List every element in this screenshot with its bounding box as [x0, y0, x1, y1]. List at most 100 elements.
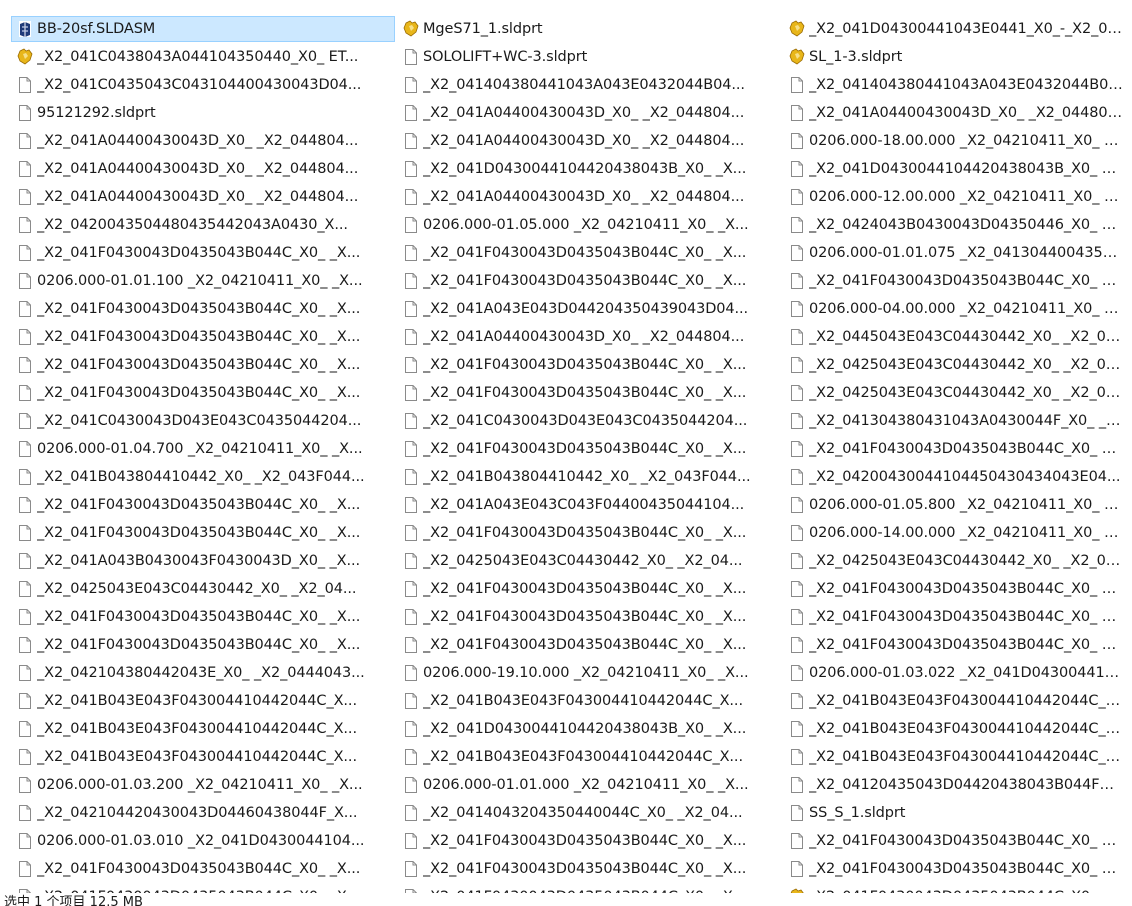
file-item[interactable]: _X2_041D0430044104420438043B_X0_ _X...: [397, 156, 781, 182]
file-item[interactable]: _X2_041A04400430043D_X0_ _X2_044804...: [11, 128, 395, 154]
file-item[interactable]: _X2_041A043B0430043F0430043D_X0_ _X...: [11, 548, 395, 574]
file-item[interactable]: _X2_041F0430043D0435043B044C_X0_ _X...: [11, 520, 395, 546]
file-item[interactable]: _X2_0424043B0430043D04350446_X0_ _X...: [783, 212, 1132, 238]
file-item[interactable]: _X2_041B043E043F043004410442044C_X...: [783, 688, 1132, 714]
file-item[interactable]: 0206.000-01.03.200 _X2_04210411_X0_ _X..…: [11, 772, 395, 798]
file-item[interactable]: _X2_041F0430043D0435043B044C_X0_ _X...: [783, 268, 1132, 294]
file-item[interactable]: _X2_041F0430043D0435043B044C_X0_ _X...: [783, 828, 1132, 854]
file-item[interactable]: _X2_041B043E043F043004410442044C_X...: [11, 716, 395, 742]
file-item[interactable]: SOLOLIFT+WC-3.sldprt: [397, 44, 781, 70]
file-item[interactable]: 0206.000-14.00.000 _X2_04210411_X0_ _X..…: [783, 520, 1132, 546]
file-item[interactable]: 95121292.sldprt: [11, 100, 395, 126]
file-item[interactable]: MgeS71_1.sldprt: [397, 16, 781, 42]
file-item[interactable]: _X2_041A043E043D044204350439043D04...: [397, 296, 781, 322]
file-item[interactable]: _X2_042104420430043D04460438044F_X...: [11, 800, 395, 826]
blank-file-icon: [17, 244, 33, 262]
file-item[interactable]: 0206.000-01.04.700 _X2_04210411_X0_ _X..…: [11, 436, 395, 462]
file-item[interactable]: _X2_041B043804410442_X0_ _X2_043F044...: [397, 464, 781, 490]
file-item[interactable]: _X2_041F0430043D0435043B044C_X0_ _X...: [11, 352, 395, 378]
file-item[interactable]: 0206.000-01.01.100 _X2_04210411_X0_ _X..…: [11, 268, 395, 294]
file-item[interactable]: 0206.000-01.05.800 _X2_04210411_X0_ _X..…: [783, 492, 1132, 518]
file-item[interactable]: _X2_041C0430043D043E043C0435044204...: [11, 408, 395, 434]
file-item[interactable]: _X2_0445043E043C04430442_X0_ _X2_04...: [783, 324, 1132, 350]
file-item[interactable]: _X2_041B043E043F043004410442044C_X...: [11, 744, 395, 770]
file-item[interactable]: _X2_041304380431043A0430044F_X0_ _X...: [783, 408, 1132, 434]
file-item[interactable]: _X2_041A04400430043D_X0_ _X2_044804...: [397, 100, 781, 126]
file-item[interactable]: 0206.000-18.00.000 _X2_04210411_X0_ _X..…: [783, 128, 1132, 154]
file-name: _X2_041F0430043D0435043B044C_X0_ _X...: [423, 245, 747, 261]
file-item[interactable]: _X2_041A04400430043D_X0_ _X2_044804...: [11, 184, 395, 210]
file-item[interactable]: BB-20sf.SLDASM: [11, 16, 395, 42]
file-item[interactable]: _X2_041F0430043D0435043B044C_X0_ _X...: [397, 856, 781, 882]
file-item[interactable]: 0206.000-19.10.000 _X2_04210411_X0_ _X..…: [397, 660, 781, 686]
file-item[interactable]: _X2_041A04400430043D_X0_ _X2_044804...: [397, 324, 781, 350]
file-item[interactable]: _X2_041A04400430043D_X0_ _X2_044804...: [397, 128, 781, 154]
file-item[interactable]: _X2_041A043E043C043F04400435044104...: [397, 492, 781, 518]
file-item[interactable]: 0206.000-12.00.000 _X2_04210411_X0_ _X..…: [783, 184, 1132, 210]
file-item[interactable]: SS_S_1.sldprt: [783, 800, 1132, 826]
file-item[interactable]: _X2_041F0430043D0435043B044C_X0_ _X...: [783, 856, 1132, 882]
file-item[interactable]: _X2_041404380441043A043E0432044B04...: [397, 72, 781, 98]
file-item[interactable]: _X2_041F0430043D0435043B044C_X0_ _X...: [397, 828, 781, 854]
file-item[interactable]: _X2_041F0430043D0435043B044C_X0_ _X...: [11, 632, 395, 658]
file-item[interactable]: _X2_041F0430043D0435043B044C_X0_ _X...: [11, 856, 395, 882]
file-item[interactable]: _X2_041F0430043D0435043B044C_X0_ _X...: [397, 352, 781, 378]
file-item[interactable]: _X2_041B043E043F043004410442044C_X...: [397, 688, 781, 714]
file-item[interactable]: _X2_041F0430043D0435043B044C_X0_ _X...: [11, 296, 395, 322]
file-item[interactable]: _X2_041F0430043D0435043B044C_X0_ _X...: [397, 576, 781, 602]
file-item[interactable]: _X2_041C0435043C043104400430043D04...: [11, 72, 395, 98]
file-item[interactable]: _X2_041F0430043D0435043B044C_X0_ _X...: [397, 436, 781, 462]
file-item[interactable]: _X2_04200430044104450430434043E04...: [783, 464, 1132, 490]
file-item[interactable]: _X2_041F0430043D0435043B044C_X0_ _X...: [11, 240, 395, 266]
file-item[interactable]: _X2_0425043E043C04430442_X0_ _X2_04...: [397, 548, 781, 574]
file-list-view[interactable]: BB-20sf.SLDASM _X2_041C0438043A0441043504…: [0, 16, 1132, 893]
file-item[interactable]: _X2_041F0430043D0435043B044C_X0_ _X...: [11, 324, 395, 350]
file-item[interactable]: _X2_041B043E043F043004410442044C_X...: [783, 716, 1132, 742]
file-item[interactable]: _X2_041D04300441043E0441_X0_-_X2_04...: [783, 16, 1132, 42]
file-item[interactable]: 0206.000-01.05.000 _X2_04210411_X0_ _X..…: [397, 212, 781, 238]
file-item[interactable]: _X2_041F0430043D0435043B044C_X0_ _X...: [397, 268, 781, 294]
file-item[interactable]: _X2_041B043804410442_X0_ _X2_043F044...: [11, 464, 395, 490]
file-item[interactable]: _X2_041F0430043D0435043B044C_X0_ _X...: [783, 884, 1132, 893]
file-item[interactable]: _X2_0425043E043C04430442_X0_ _X2_04...: [11, 576, 395, 602]
file-item[interactable]: _X2_041F0430043D0435043B044C_X0_ _X...: [397, 240, 781, 266]
file-name: _X2_041404380441043A043E0432044B04...: [423, 77, 745, 93]
file-item[interactable]: _X2_041A04400430043D_X0_ _X2_044804...: [783, 100, 1132, 126]
file-item[interactable]: _X2_0420043504480435442043A0430_X...: [11, 212, 395, 238]
file-item[interactable]: _X2_041B043E043F043004410442044C_X...: [397, 744, 781, 770]
file-item[interactable]: 0206.000-01.03.022 _X2_041D0430044104...: [783, 660, 1132, 686]
file-item[interactable]: _X2_041F0430043D0435043B044C_X0_ _X...: [397, 884, 781, 893]
file-item[interactable]: _X2_041B043E043F043004410442044C_X...: [11, 688, 395, 714]
file-item[interactable]: _X2_041F0430043D0435043B044C_X0_ _X...: [397, 520, 781, 546]
file-item[interactable]: _X2_041B043E043F043004410442044C_X...: [783, 744, 1132, 770]
file-item[interactable]: _X2_041404380441043A043E0432044B04...: [783, 72, 1132, 98]
file-item[interactable]: 0206.000-01.01.075 _X2_04130440043504...: [783, 240, 1132, 266]
file-item[interactable]: _X2_0425043E043C04430442_X0_ _X2_04...: [783, 352, 1132, 378]
file-item[interactable]: _X2_041D0430044104420438043B_X0_ _X...: [783, 156, 1132, 182]
file-item[interactable]: _X2_0414043204350440044C_X0_ _X2_04...: [397, 800, 781, 826]
file-item[interactable]: _X2_041C0430043D043E043C0435044204...: [397, 408, 781, 434]
file-item[interactable]: _X2_041A04400430043D_X0_ _X2_044804...: [11, 156, 395, 182]
file-item[interactable]: _X2_041F0430043D0435043B044C_X0_ _X...: [11, 884, 395, 893]
file-item[interactable]: _X2_0425043E043C04430442_X0_ _X2_04...: [783, 548, 1132, 574]
file-item[interactable]: _X2_041F0430043D0435043B044C_X0_ _X...: [783, 436, 1132, 462]
file-item[interactable]: _X2_041C0438043A044104350440_X0_ ET...: [11, 44, 395, 70]
file-item[interactable]: _X2_041D0430044104420438043B_X0_ _X...: [397, 716, 781, 742]
file-item[interactable]: _X2_041F0430043D0435043B044C_X0_ _X...: [397, 604, 781, 630]
file-item[interactable]: _X2_042104380442043E_X0_ _X2_0444043...: [11, 660, 395, 686]
file-item[interactable]: _X2_041F0430043D0435043B044C_X0_ _X...: [11, 380, 395, 406]
file-item[interactable]: _X2_041F0430043D0435043B044C_X0_ _X...: [397, 632, 781, 658]
file-item[interactable]: 0206.000-01.01.000 _X2_04210411_X0_ _X..…: [397, 772, 781, 798]
file-item[interactable]: _X2_04120435043D04420438043B044F04...: [783, 772, 1132, 798]
file-item[interactable]: _X2_041A04400430043D_X0_ _X2_044804...: [397, 184, 781, 210]
file-item[interactable]: _X2_041F0430043D0435043B044C_X0_ _X...: [783, 604, 1132, 630]
file-item[interactable]: _X2_041F0430043D0435043B044C_X0_ _X...: [11, 604, 395, 630]
file-item[interactable]: _X2_041F0430043D0435043B044C_X0_ _X...: [783, 576, 1132, 602]
file-item[interactable]: SL_1-3.sldprt: [783, 44, 1132, 70]
file-item[interactable]: _X2_0425043E043C04430442_X0_ _X2_04...: [783, 380, 1132, 406]
file-item[interactable]: _X2_041F0430043D0435043B044C_X0_ _X...: [397, 380, 781, 406]
file-item[interactable]: 0206.000-04.00.000 _X2_04210411_X0_ _X..…: [783, 296, 1132, 322]
file-item[interactable]: 0206.000-01.03.010 _X2_041D0430044104...: [11, 828, 395, 854]
file-item[interactable]: _X2_041F0430043D0435043B044C_X0_ _X...: [783, 632, 1132, 658]
file-item[interactable]: _X2_041F0430043D0435043B044C_X0_ _X...: [11, 492, 395, 518]
